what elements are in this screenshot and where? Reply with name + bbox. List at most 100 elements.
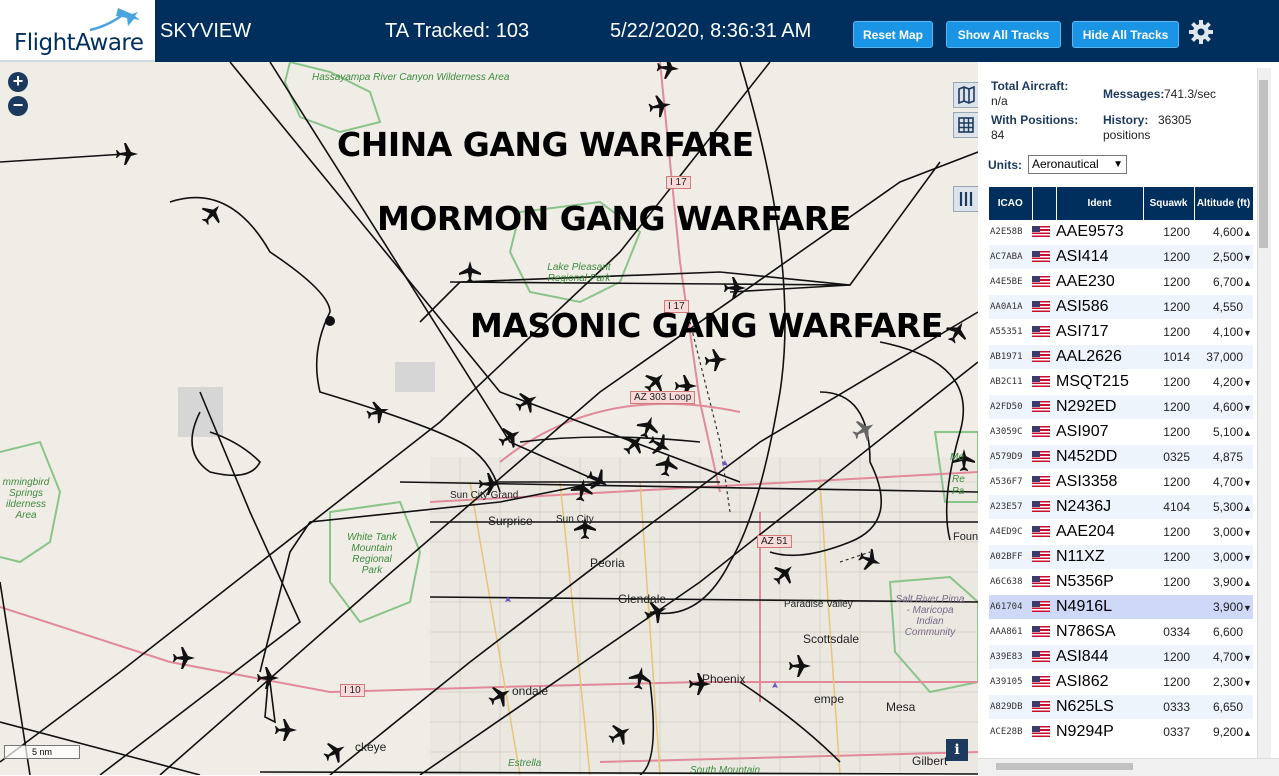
cell-flag [1032, 394, 1056, 420]
cell-squawk: 1200 [1143, 244, 1194, 270]
altitude-trend-icon: ▼ [1243, 378, 1252, 388]
table-row[interactable]: AB1971 AAL2626 1014 37,000 [989, 344, 1253, 370]
cell-squawk: 0334 [1143, 619, 1194, 645]
table-row[interactable]: A61704 N4916L 3,900▼ [989, 594, 1253, 620]
altitude-trend-icon: ▲ [1243, 578, 1252, 588]
column-header-flag[interactable] [1032, 187, 1057, 220]
altitude-trend-icon: ▼ [1243, 253, 1252, 263]
table-row[interactable]: A2FD50 N292ED 1200 4,600▼ [989, 394, 1253, 420]
cell-squawk: 0325 [1143, 444, 1194, 470]
cell-ident: N786SA [1056, 619, 1143, 645]
units-label: Units: [988, 158, 1022, 172]
reset-map-button[interactable]: Reset Map [853, 21, 933, 48]
units-select[interactable]: Aeronautical ▼ [1028, 155, 1127, 174]
columns-toggle-button[interactable] [953, 186, 978, 212]
cell-ident: N5356P [1056, 569, 1143, 595]
grid-toggle-button[interactable] [953, 112, 978, 138]
cell-icao: A61704 [989, 594, 1032, 620]
hide-all-tracks-button[interactable]: Hide All Tracks [1072, 21, 1179, 48]
cell-ident: ASI717 [1056, 319, 1143, 345]
cell-altitude: 2,500▼ [1194, 244, 1253, 270]
zoom-out-button[interactable]: − [8, 96, 28, 116]
cell-squawk: 1200 [1143, 269, 1194, 295]
table-row[interactable]: A39E83 ASI844 1200 4,700▼ [989, 644, 1253, 670]
total-aircraft-label: Total Aircraft: [991, 79, 1069, 93]
table-scrollbar-thumb[interactable] [1259, 80, 1268, 248]
cell-squawk: 1200 [1143, 544, 1194, 570]
with-positions-label: With Positions: [991, 113, 1079, 127]
column-header-ident[interactable]: Ident [1056, 187, 1144, 220]
cell-squawk: 1200 [1143, 669, 1194, 695]
cell-altitude: 3,000▼ [1194, 544, 1253, 570]
altitude-value: 9,200 [1212, 725, 1243, 739]
altitude-trend-icon: ▲ [1243, 428, 1252, 438]
table-row[interactable]: A02BFF N11XZ 1200 3,000▼ [989, 544, 1253, 570]
cell-ident: ASI844 [1056, 644, 1143, 670]
table-row[interactable]: A55351 ASI717 1200 4,100▼ [989, 319, 1253, 345]
gear-icon[interactable] [1188, 19, 1214, 45]
table-row[interactable]: A39105 ASI862 1200 2,300▼ [989, 669, 1253, 695]
table-row[interactable]: A2E58B AAE9573 1200 4,600▲ [989, 220, 1253, 245]
cell-ident: ASI3358 [1056, 469, 1143, 495]
aircraft-table: ICAO Ident Squawk Altitude (ft) A2E58B AA… [989, 187, 1254, 745]
cell-flag [1032, 619, 1056, 645]
us-flag-icon [1032, 576, 1050, 588]
cell-flag [1032, 719, 1056, 745]
table-row[interactable]: A579D9 N452DD 0325 4,875 [989, 444, 1253, 470]
flightaware-logo[interactable]: FlightAware [0, 0, 155, 62]
cell-flag [1032, 220, 1056, 245]
column-header-icao[interactable]: ICAO [989, 187, 1033, 220]
cell-icao: A02BFF [989, 544, 1032, 570]
cell-ident: AAE230 [1056, 269, 1143, 295]
table-row[interactable]: A23E57 N2436J 4104 5,300▲ [989, 494, 1253, 520]
altitude-trend-icon: ▼ [1243, 478, 1252, 488]
column-header-altitude[interactable]: Altitude (ft) [1194, 187, 1254, 220]
cell-squawk: 0333 [1143, 694, 1194, 720]
cell-icao: A4E5BE [989, 269, 1032, 295]
cell-squawk: 1200 [1143, 369, 1194, 395]
table-row[interactable]: A4ED9C AAE204 1200 3,000▼ [989, 519, 1253, 545]
altitude-value: 2,300 [1212, 675, 1243, 689]
cell-icao: A55351 [989, 319, 1032, 345]
highway-label: I 17 [666, 176, 691, 189]
table-row[interactable]: A829DB N625LS 0333 6,650 [989, 694, 1253, 720]
map-info-button[interactable]: i [946, 739, 968, 761]
minus-icon: − [12, 95, 24, 115]
cell-altitude: 3,900▼ [1194, 594, 1253, 620]
altitude-trend-icon: ▼ [1243, 678, 1252, 688]
table-row[interactable]: A3059C ASI907 1200 5,100▲ [989, 419, 1253, 445]
table-row[interactable]: A4E5BE AAE230 1200 6,700▲ [989, 269, 1253, 295]
cell-altitude: 4,600▲ [1194, 220, 1253, 245]
table-row[interactable]: A6C638 N5356P 1200 3,900▲ [989, 569, 1253, 595]
table-row[interactable]: AC7ABA ASI414 1200 2,500▼ [989, 244, 1253, 270]
us-flag-icon [1032, 226, 1050, 238]
cell-squawk: 1014 [1143, 344, 1194, 370]
horizontal-scrollbar-thumb[interactable] [996, 763, 1133, 770]
us-flag-icon [1032, 351, 1050, 363]
table-header-row: ICAO Ident Squawk Altitude (ft) [989, 187, 1254, 220]
cell-ident: AAE204 [1056, 519, 1143, 545]
column-header-squawk[interactable]: Squawk [1143, 187, 1195, 220]
cell-flag [1032, 694, 1056, 720]
show-all-tracks-button[interactable]: Show All Tracks [946, 21, 1061, 48]
map-view[interactable]: Hassayampa River Canyon Wilderness Area … [0, 62, 978, 775]
table-row[interactable]: AB2C11 MSQT215 1200 4,200▼ [989, 369, 1253, 395]
cell-flag [1032, 669, 1056, 695]
cell-icao: A23E57 [989, 494, 1032, 520]
cell-ident: N625LS [1056, 694, 1143, 720]
zoom-in-button[interactable]: + [8, 72, 28, 92]
cell-icao: A2FD50 [989, 394, 1032, 420]
overlay-text-2: MORMON GANG WARFARE [377, 199, 851, 238]
table-row[interactable]: ACE28B N9294P 0337 9,200▲ [989, 719, 1253, 745]
messages-label: Messages: [1103, 87, 1165, 101]
altitude-trend-icon: ▼ [1243, 403, 1252, 413]
cell-altitude: 5,300▲ [1194, 494, 1253, 520]
map-layer-button[interactable] [953, 82, 978, 108]
cell-squawk: 1200 [1143, 569, 1194, 595]
cell-ident: N4916L [1056, 594, 1143, 620]
table-row[interactable]: AAA861 N786SA 0334 6,600 [989, 619, 1253, 645]
cell-ident: AAL2626 [1056, 344, 1143, 370]
altitude-value: 4,700 [1212, 475, 1243, 489]
table-row[interactable]: A536F7 ASI3358 1200 4,700▼ [989, 469, 1253, 495]
table-row[interactable]: AA0A1A ASI586 1200 4,550 [989, 294, 1253, 320]
